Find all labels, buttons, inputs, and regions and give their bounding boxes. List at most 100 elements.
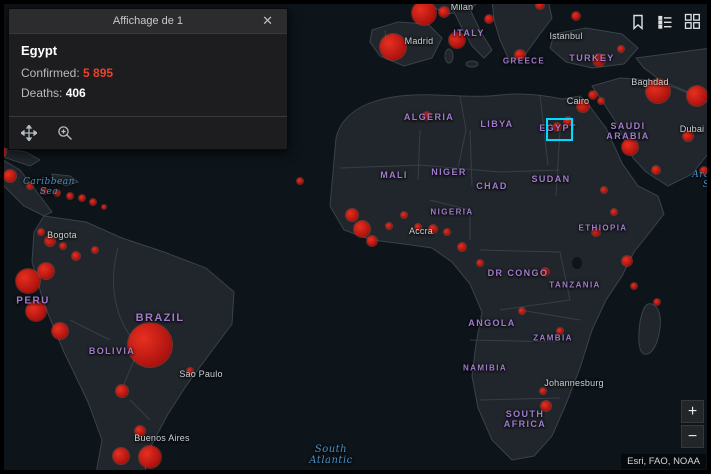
case-marker[interactable] [477, 260, 483, 266]
case-marker[interactable] [593, 54, 605, 66]
case-marker[interactable] [541, 401, 551, 411]
case-marker[interactable] [429, 225, 437, 233]
basemap-grid-button[interactable] [684, 13, 701, 30]
bookmark-icon [633, 14, 643, 30]
popup-header[interactable]: Affichage de 1 ✕ [9, 9, 287, 34]
confirmed-row: Confirmed: 5 895 [21, 66, 275, 80]
case-marker[interactable] [519, 308, 525, 314]
popup-footer [9, 116, 287, 149]
case-marker[interactable] [601, 187, 607, 193]
case-marker[interactable] [116, 385, 128, 397]
case-marker[interactable] [631, 283, 637, 289]
case-marker[interactable] [449, 32, 465, 48]
case-marker[interactable] [72, 252, 80, 260]
bookmarks-button[interactable] [630, 13, 646, 30]
case-marker[interactable] [577, 100, 589, 112]
case-marker[interactable] [26, 301, 46, 321]
case-marker[interactable] [139, 446, 161, 468]
case-marker[interactable] [536, 1, 544, 9]
case-marker[interactable] [652, 166, 660, 174]
case-marker[interactable] [622, 256, 632, 266]
case-marker[interactable] [444, 229, 450, 235]
case-marker[interactable] [38, 229, 44, 235]
case-marker[interactable] [611, 209, 617, 215]
case-marker[interactable] [79, 195, 85, 201]
case-marker[interactable] [687, 86, 707, 106]
case-marker[interactable] [700, 167, 708, 175]
case-marker[interactable] [598, 98, 604, 104]
legend-button[interactable] [657, 13, 673, 30]
case-marker[interactable] [589, 91, 597, 99]
feature-popup: Affichage de 1 ✕ Egypt Confirmed: 5 895 … [8, 8, 288, 150]
case-marker[interactable] [90, 199, 96, 205]
case-marker[interactable] [346, 209, 358, 221]
case-marker[interactable] [412, 1, 436, 25]
case-marker[interactable] [386, 223, 392, 229]
pan-arrows-icon [19, 123, 39, 143]
case-marker[interactable] [4, 170, 16, 182]
case-marker[interactable] [557, 328, 563, 334]
popup-body: Egypt Confirmed: 5 895 Deaths: 406 [9, 34, 287, 116]
pan-to-feature-button[interactable] [19, 123, 39, 143]
magnifier-plus-icon [58, 126, 72, 140]
map-toolbar [630, 13, 701, 30]
deaths-label: Deaths: [21, 86, 63, 100]
case-marker[interactable] [367, 236, 377, 246]
case-marker[interactable] [423, 112, 431, 120]
case-marker[interactable] [102, 205, 106, 209]
case-marker[interactable] [27, 183, 33, 189]
case-marker[interactable] [618, 46, 624, 52]
case-marker[interactable] [592, 228, 600, 236]
confirmed-value: 5 895 [83, 66, 114, 80]
deaths-value: 406 [65, 86, 86, 100]
zoom-in-button[interactable]: + [681, 400, 704, 423]
sardinia-shape [444, 48, 454, 64]
case-marker[interactable] [354, 221, 370, 237]
case-marker[interactable] [52, 323, 68, 339]
case-marker[interactable] [54, 190, 60, 196]
case-marker[interactable] [458, 243, 466, 251]
list-icon [658, 15, 672, 29]
zoom-to-feature-button[interactable] [55, 123, 75, 143]
case-marker[interactable] [187, 368, 193, 374]
popup-title: Egypt [21, 43, 58, 58]
case-marker[interactable] [654, 299, 660, 305]
zoom-control: + − [681, 400, 704, 448]
case-marker[interactable] [380, 34, 406, 60]
case-marker[interactable] [60, 243, 66, 249]
deaths-row: Deaths: 406 [21, 86, 275, 100]
case-marker[interactable] [622, 139, 638, 155]
case-marker[interactable] [297, 178, 303, 184]
app-window: Milan Madrid ITALY GREECE Istanbul TURKEY Bagh… [0, 0, 711, 474]
case-marker[interactable] [38, 263, 54, 279]
case-marker[interactable] [16, 269, 40, 293]
hispaniola-shape [51, 173, 80, 187]
case-marker[interactable] [45, 236, 55, 246]
case-marker[interactable] [67, 193, 73, 199]
case-marker[interactable] [41, 188, 47, 194]
case-marker[interactable] [92, 247, 98, 253]
map-attribution: Esri, FAO, NOAA [621, 454, 706, 469]
case-marker[interactable] [646, 79, 670, 103]
madagascar-shape [638, 303, 661, 355]
africa-shape [329, 93, 665, 461]
case-marker[interactable] [485, 15, 493, 23]
close-icon[interactable]: ✕ [256, 9, 279, 33]
case-marker[interactable] [541, 268, 549, 276]
case-marker[interactable] [415, 224, 421, 230]
confirmed-label: Confirmed: [21, 66, 80, 80]
case-marker[interactable] [572, 12, 580, 20]
case-marker[interactable] [540, 388, 546, 394]
selected-country-highlight [546, 118, 573, 141]
zoom-out-button[interactable]: − [681, 425, 704, 448]
case-marker[interactable] [439, 7, 449, 17]
case-marker[interactable] [683, 131, 693, 141]
case-marker[interactable] [515, 50, 525, 60]
lake-victoria [572, 257, 582, 269]
case-marker[interactable] [401, 212, 407, 218]
case-marker[interactable] [135, 426, 145, 436]
case-marker[interactable] [113, 448, 129, 464]
popup-header-title: Affichage de 1 [112, 15, 184, 27]
sicily-shape [465, 60, 479, 68]
case-marker[interactable] [128, 323, 172, 367]
